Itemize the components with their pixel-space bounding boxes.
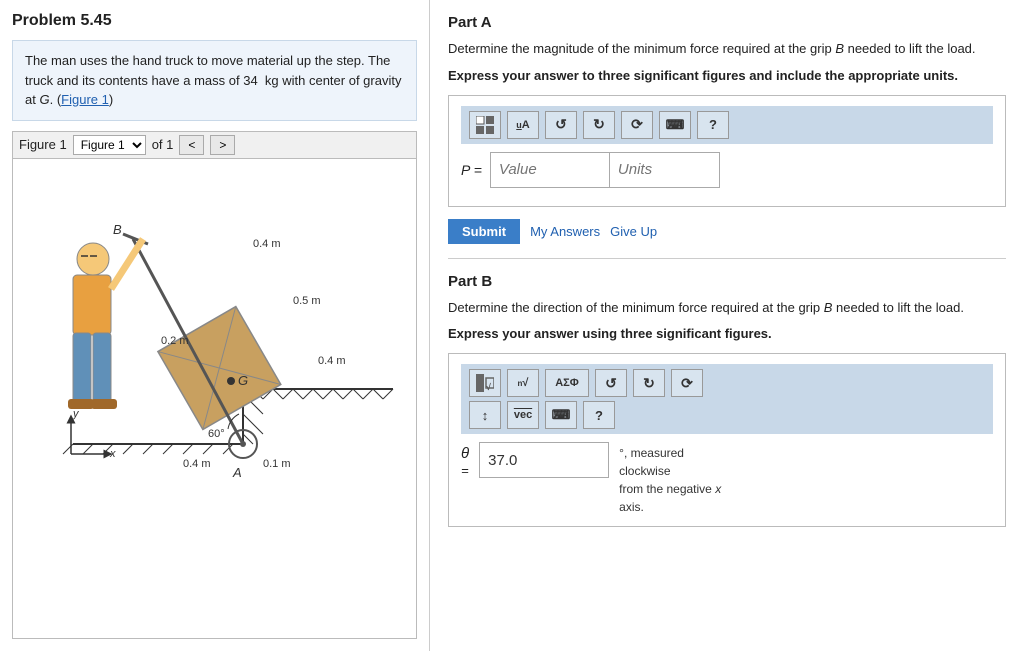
units-input[interactable] [610, 152, 720, 188]
figure-link[interactable]: Figure 1 [61, 92, 109, 107]
part-b-title: Part B [448, 273, 1006, 290]
submit-row: Submit My Answers Give Up [448, 219, 1006, 244]
part-b-answer-row: θ = °, measuredclockwisefrom the negativ… [461, 442, 993, 516]
grid-icon-btn[interactable] [469, 111, 501, 139]
ua-icon-btn[interactable]: uA [507, 111, 539, 139]
reset-btn-b[interactable] [671, 369, 703, 397]
redo-btn[interactable] [583, 111, 615, 139]
svg-text:B: B [113, 222, 122, 237]
equals-label: = [461, 463, 469, 478]
part-a-section: Part A Determine the magnitude of the mi… [448, 14, 1006, 244]
divider [448, 258, 1006, 259]
give-up-btn[interactable]: Give Up [610, 224, 657, 239]
svg-text:y: y [72, 408, 80, 420]
keyboard-btn-b[interactable] [545, 401, 577, 429]
part-b-instruction: Express your answer using three signific… [448, 325, 1006, 343]
part-b-answer-box: √ n√ ΑΣΦ [448, 353, 1006, 527]
part-a-instruction: Express your answer to three significant… [448, 67, 1006, 85]
reset-btn[interactable] [621, 111, 653, 139]
svg-text:A: A [232, 465, 242, 480]
svg-text:0.4 m: 0.4 m [318, 355, 346, 367]
part-a-toolbar: uA [461, 106, 993, 144]
part-b-description: Determine the direction of the minimum f… [448, 298, 1006, 318]
part-b-section: Part B Determine the direction of the mi… [448, 273, 1006, 528]
left-panel: Problem 5.45 The man uses the hand truck… [0, 0, 430, 651]
svg-text:0.1 m: 0.1 m [263, 458, 291, 470]
p-label: P = [461, 162, 482, 178]
svg-text:60°: 60° [208, 428, 225, 440]
vec-btn[interactable]: vec [507, 401, 539, 429]
alpha-sigma-phi-btn[interactable]: ΑΣΦ [545, 369, 589, 397]
undo-btn[interactable] [545, 111, 577, 139]
svg-text:0.5 m: 0.5 m [293, 295, 321, 307]
part-a-description: Determine the magnitude of the minimum f… [448, 39, 1006, 59]
svg-text:0.4 m: 0.4 m [183, 458, 211, 470]
svg-text:G: G [238, 373, 248, 388]
redo-btn-b[interactable] [633, 369, 665, 397]
undo-btn-b[interactable] [595, 369, 627, 397]
svg-text:0.2 m: 0.2 m [161, 335, 189, 347]
theta-label: θ [461, 446, 469, 461]
part-a-input-row: P = [461, 152, 993, 188]
keyboard-btn[interactable] [659, 111, 691, 139]
problem-description: The man uses the hand truck to move mate… [12, 40, 417, 121]
note-text: °, measuredclockwisefrom the negative xa… [619, 444, 721, 516]
figure-of: of 1 [152, 137, 174, 152]
toolbar-b-row1: √ n√ ΑΣΦ [469, 369, 703, 397]
svg-text:√: √ [486, 382, 491, 392]
help-btn-b[interactable] [583, 401, 615, 429]
sqrt-icon-btn[interactable]: n√ [507, 369, 539, 397]
value-input-b[interactable] [479, 442, 609, 478]
theta-symbol-group: θ = [461, 446, 469, 478]
svg-text:x: x [109, 448, 116, 460]
value-input[interactable] [490, 152, 610, 188]
svg-text:0.4 m: 0.4 m [253, 238, 281, 250]
figure-prev-btn[interactable]: < [179, 135, 204, 155]
right-panel: Part A Determine the magnitude of the mi… [430, 0, 1024, 651]
problem-title: Problem 5.45 [12, 12, 417, 30]
toolbar-b-row2: ↕ vec [469, 401, 703, 429]
help-btn-a[interactable] [697, 111, 729, 139]
part-a-answer-box: uA P = [448, 95, 1006, 207]
toolbar-b-col: √ n√ ΑΣΦ [469, 369, 703, 429]
figure-select[interactable]: Figure 1 [73, 135, 146, 155]
block-icon-btn[interactable]: √ [469, 369, 501, 397]
figure-controls: Figure 1 Figure 1 of 1 < > [12, 131, 417, 159]
my-answers-btn[interactable]: My Answers [530, 224, 600, 239]
part-a-title: Part A [448, 14, 1006, 31]
figure-label: Figure 1 [19, 137, 67, 152]
updown-btn[interactable]: ↕ [469, 401, 501, 429]
figure-next-btn[interactable]: > [210, 135, 235, 155]
part-b-toolbar: √ n√ ΑΣΦ [461, 364, 993, 434]
submit-btn[interactable]: Submit [448, 219, 520, 244]
figure-svg: G B 0.4 m [13, 159, 413, 499]
figure-area: G B 0.4 m [12, 159, 417, 640]
